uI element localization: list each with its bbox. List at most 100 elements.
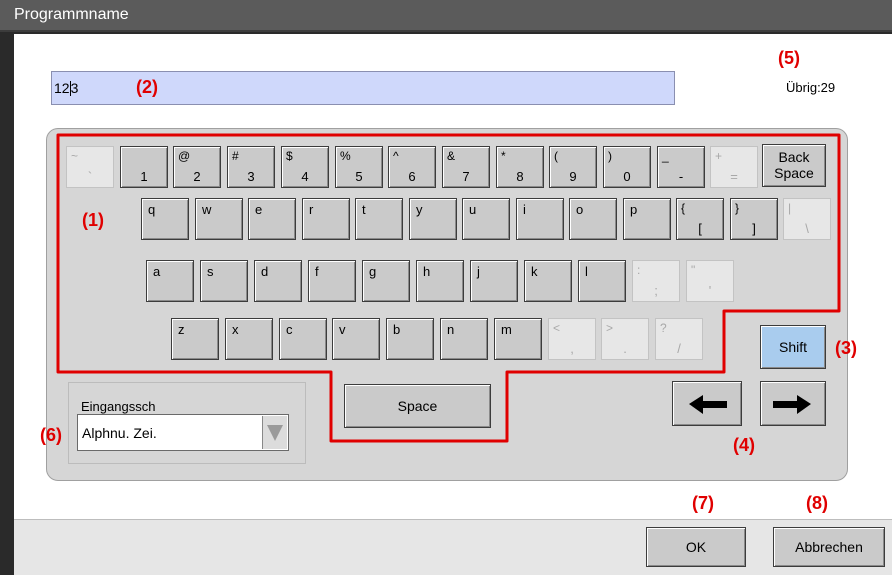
key-char: t xyxy=(362,202,366,217)
key-row2-12: | \ xyxy=(783,198,831,240)
annotation-5: (5) xyxy=(778,48,800,68)
annotation-6: (6) xyxy=(40,425,62,445)
key-row3-0[interactable]: a xyxy=(146,260,194,302)
key-char: 2 xyxy=(193,169,201,184)
key-row1-1[interactable]: 1 xyxy=(120,146,168,188)
key-row2-6[interactable]: u xyxy=(462,198,510,240)
key-char: h xyxy=(423,264,431,279)
ok-button[interactable]: OK xyxy=(646,527,746,567)
space-key[interactable]: Space xyxy=(344,384,491,428)
space-label: Space xyxy=(397,398,438,414)
key-char: a xyxy=(153,264,161,279)
cursor-left-button[interactable] xyxy=(672,381,742,426)
key-row4-5[interactable]: n xyxy=(440,318,488,360)
key-char: 3 xyxy=(247,169,255,184)
key-row3-4[interactable]: g xyxy=(362,260,410,302)
key-row3-1[interactable]: s xyxy=(200,260,248,302)
arrow-left-icon xyxy=(689,395,727,414)
key-row3-10: " ' xyxy=(686,260,734,302)
key-row1-0: ~ ` xyxy=(66,146,114,188)
key-row2-10[interactable]: {[ xyxy=(676,198,724,240)
key-row1-10[interactable]: ) 0 xyxy=(603,146,651,188)
key-shift-char: $ xyxy=(286,149,293,163)
key-row3-2[interactable]: d xyxy=(254,260,302,302)
key-shift-char: : xyxy=(637,263,641,277)
key-char: c xyxy=(286,322,293,337)
key-row1-11[interactable]: _ - xyxy=(657,146,705,188)
key-row4-2[interactable]: c xyxy=(279,318,327,360)
key-char: r xyxy=(309,202,314,217)
key-row1-8[interactable]: * 8 xyxy=(496,146,544,188)
key-row1-9[interactable]: (9 xyxy=(549,146,597,188)
key-shift-char: { xyxy=(681,201,686,215)
backspace-line2: Space xyxy=(774,165,814,181)
key-char: w xyxy=(202,202,212,217)
key-row3-5[interactable]: h xyxy=(416,260,464,302)
key-row2-8[interactable]: o xyxy=(569,198,617,240)
key-row2-0[interactable]: q xyxy=(141,198,189,240)
key-char: / xyxy=(677,341,681,356)
key-shift-char: ^ xyxy=(393,149,399,163)
shift-label: Shift xyxy=(778,339,807,355)
key-row4-3[interactable]: v xyxy=(332,318,380,360)
key-char: 1 xyxy=(140,169,148,184)
key-row4-1[interactable]: x xyxy=(225,318,273,360)
key-row2-5[interactable]: y xyxy=(409,198,457,240)
key-row2-4[interactable]: t xyxy=(355,198,403,240)
key-row1-12: + = xyxy=(710,146,758,188)
key-row4-7: <, xyxy=(548,318,596,360)
key-row1-7[interactable]: & 7 xyxy=(442,146,490,188)
key-row4-9: ? / xyxy=(655,318,703,360)
key-row2-2[interactable]: e xyxy=(248,198,296,240)
key-row4-6[interactable]: m xyxy=(494,318,542,360)
key-row3-3[interactable]: f xyxy=(308,260,356,302)
input-type-select[interactable]: Alphnu. Zei. xyxy=(77,414,289,451)
key-char: y xyxy=(416,202,423,217)
key-char: 5 xyxy=(355,169,363,184)
cursor-right-button[interactable] xyxy=(760,381,826,426)
key-shift-char: ? xyxy=(660,321,667,335)
ok-label: OK xyxy=(685,539,707,555)
key-row4-4[interactable]: b xyxy=(386,318,434,360)
input-text-before: 12 xyxy=(54,80,70,96)
key-char: s xyxy=(207,264,214,279)
arrow-right-icon xyxy=(773,395,811,414)
key-row4-0[interactable]: z xyxy=(171,318,219,360)
key-row1-3[interactable]: #3 xyxy=(227,146,275,188)
key-row1-4[interactable]: $4 xyxy=(281,146,329,188)
key-row3-8[interactable]: l xyxy=(578,260,626,302)
cancel-button[interactable]: Abbrechen xyxy=(773,527,885,567)
key-row2-3[interactable]: r xyxy=(302,198,350,240)
key-char: z xyxy=(178,322,185,337)
input-text-after: 3 xyxy=(70,80,79,96)
key-row2-1[interactable]: w xyxy=(195,198,243,240)
annotation-8: (8) xyxy=(806,493,828,513)
annotation-3: (3) xyxy=(835,338,857,358)
key-row2-11[interactable]: }] xyxy=(730,198,778,240)
dropdown-arrow[interactable] xyxy=(262,416,287,449)
key-row3-7[interactable]: k xyxy=(524,260,572,302)
key-row1-2[interactable]: @2 xyxy=(173,146,221,188)
key-char: l xyxy=(585,264,588,279)
key-char: 4 xyxy=(301,169,309,184)
key-shift-char: | xyxy=(788,201,792,215)
input-type-value: Alphnu. Zei. xyxy=(82,425,157,441)
key-char: ' xyxy=(708,283,712,298)
key-shift-char: % xyxy=(340,149,351,163)
key-char: = xyxy=(730,169,738,184)
shift-key[interactable]: Shift xyxy=(760,325,826,369)
key-shift-char: @ xyxy=(178,149,191,163)
key-row3-6[interactable]: j xyxy=(470,260,518,302)
key-char: o xyxy=(576,202,584,217)
key-row2-7[interactable]: i xyxy=(516,198,564,240)
key-shift-char: & xyxy=(447,149,456,163)
key-shift-char: > xyxy=(606,321,614,335)
footer-bar xyxy=(14,519,892,575)
key-row1-6[interactable]: ^ 6 xyxy=(388,146,436,188)
backspace-key[interactable]: Back Space xyxy=(762,144,826,187)
key-char: n xyxy=(447,322,455,337)
key-char: 0 xyxy=(623,169,631,184)
key-row2-9[interactable]: p xyxy=(623,198,671,240)
key-char: p xyxy=(630,202,638,217)
key-row1-5[interactable]: % 5 xyxy=(335,146,383,188)
